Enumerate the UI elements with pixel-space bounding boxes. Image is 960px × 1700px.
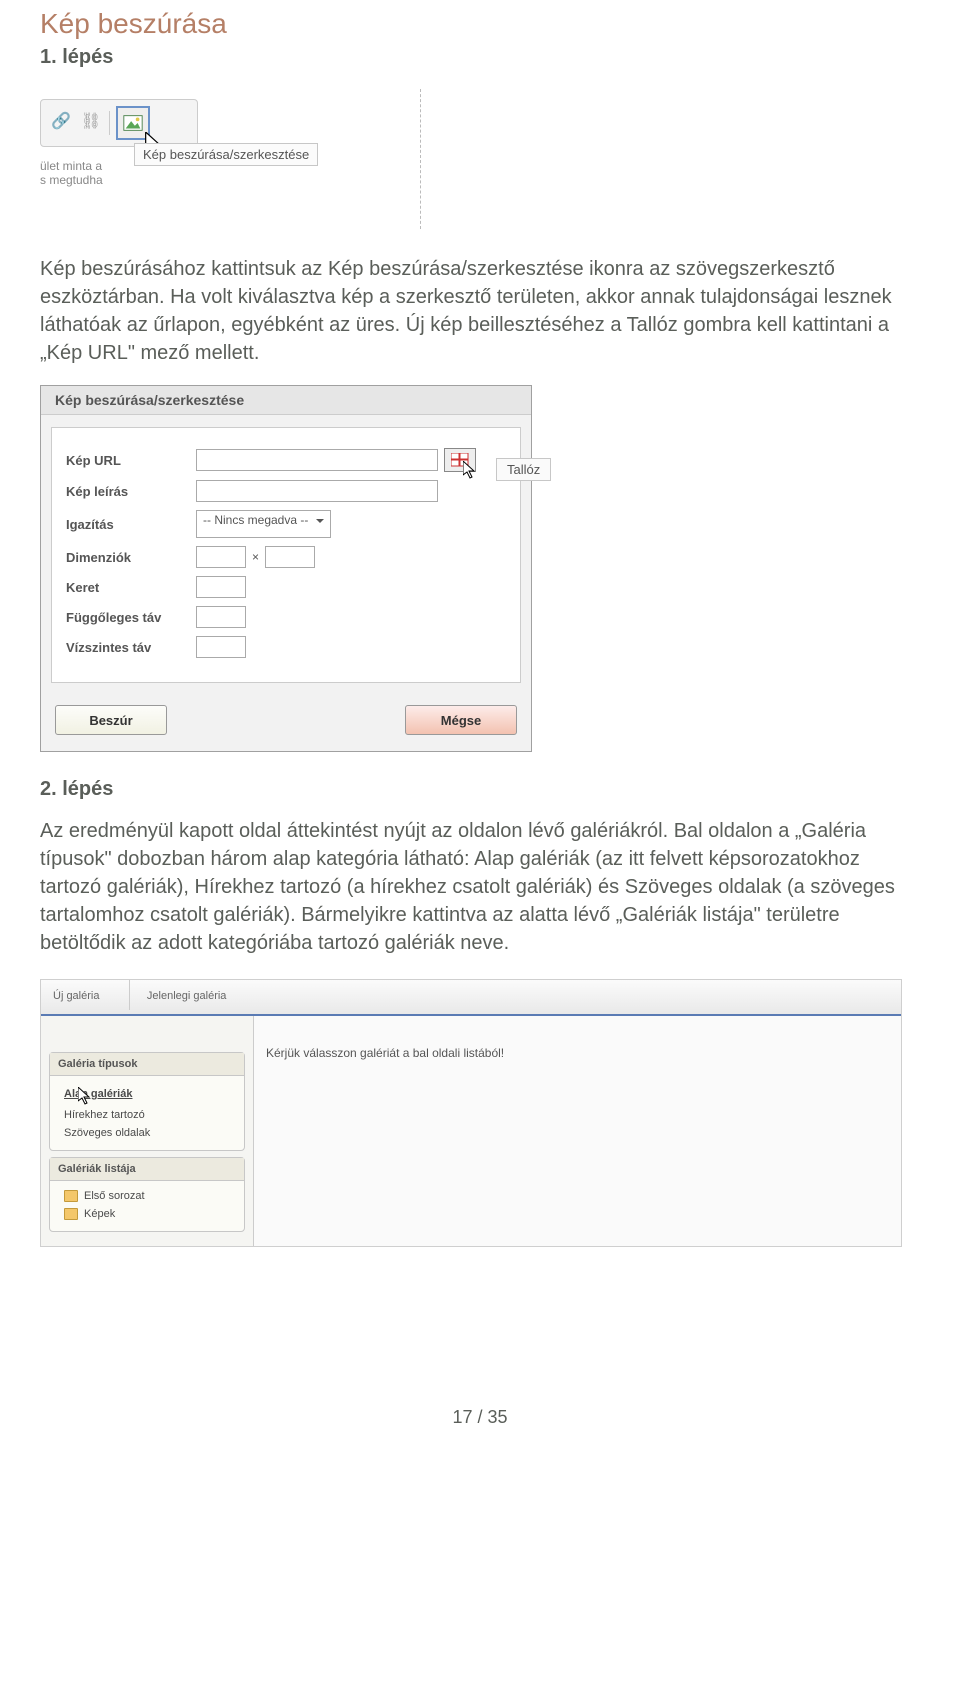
tab-current-gallery[interactable]: Jelenlegi galéria <box>135 980 257 1010</box>
browse-tooltip: Tallóz <box>496 458 551 481</box>
type-text-galleries[interactable]: Szöveges oldalak <box>64 1124 240 1142</box>
width-input[interactable] <box>196 546 246 568</box>
folder-icon <box>64 1190 78 1202</box>
height-input[interactable] <box>265 546 315 568</box>
border-input[interactable] <box>196 576 246 598</box>
desc-input[interactable] <box>196 480 438 502</box>
step2-paragraph: Az eredményül kapott oldal áttekintést n… <box>40 817 920 957</box>
align-select[interactable]: -- Nincs megadva -- <box>196 510 331 538</box>
label-vspace: Függőleges táv <box>66 610 196 625</box>
step2-heading: 2. lépés <box>40 778 920 801</box>
url-input[interactable] <box>196 449 438 471</box>
panel-list-header: Galériák listája <box>50 1158 244 1181</box>
unlink-icon: ⛓ <box>79 111 103 135</box>
cancel-button[interactable]: Mégse <box>405 705 517 735</box>
gallery-item-first[interactable]: Első sorozat <box>64 1187 240 1205</box>
type-news-galleries[interactable]: Hírekhez tartozó <box>64 1106 240 1124</box>
folder-icon <box>64 1208 78 1220</box>
label-align: Igazítás <box>66 517 196 532</box>
page-number: 17 / 35 <box>40 1407 920 1428</box>
toolbar-screenshot: 🔗 ⛓ Kép beszúrása/szerkesztése ület mint… <box>40 89 421 229</box>
label-url: Kép URL <box>66 453 196 468</box>
label-border: Keret <box>66 580 196 595</box>
label-dims: Dimenziók <box>66 550 196 565</box>
doc-title: Kép beszúrása <box>40 8 920 40</box>
gallery-item-images[interactable]: Képek <box>64 1205 240 1223</box>
label-desc: Kép leírás <box>66 484 196 499</box>
step1-heading: 1. lépés <box>40 46 920 69</box>
browse-button[interactable] <box>444 448 476 472</box>
tab-new-gallery[interactable]: Új galéria <box>41 980 130 1010</box>
gallery-main-prompt: Kérjük válasszon galériát a bal oldali l… <box>254 1016 901 1246</box>
step1-paragraph: Kép beszúrásához kattintsuk az Kép beszú… <box>40 255 920 367</box>
dims-x: × <box>252 550 259 564</box>
insert-image-tooltip: Kép beszúrása/szerkesztése <box>134 143 318 166</box>
hspace-input[interactable] <box>196 636 246 658</box>
panel-types-header: Galéria típusok <box>50 1053 244 1076</box>
dialog-title: Kép beszúrása/szerkesztése <box>41 386 531 415</box>
image-dialog: Kép beszúrása/szerkesztése Kép URL Kép l… <box>40 385 532 752</box>
insert-button[interactable]: Beszúr <box>55 705 167 735</box>
type-base-galleries[interactable]: Alap galériák <box>64 1082 240 1106</box>
label-hspace: Vízszintes táv <box>66 640 196 655</box>
vspace-input[interactable] <box>196 606 246 628</box>
editor-body-text: ület minta a s megtudha <box>40 159 103 188</box>
gallery-screenshot: Új galéria Jelenlegi galéria Galéria típ… <box>40 979 902 1247</box>
insert-image-button[interactable] <box>116 106 150 140</box>
gallery-sidebar: Galéria típusok Alap galériák Hírekhez t… <box>41 1016 254 1246</box>
link-icon: 🔗 <box>49 111 73 135</box>
editor-toolbar: 🔗 ⛓ <box>40 99 198 147</box>
